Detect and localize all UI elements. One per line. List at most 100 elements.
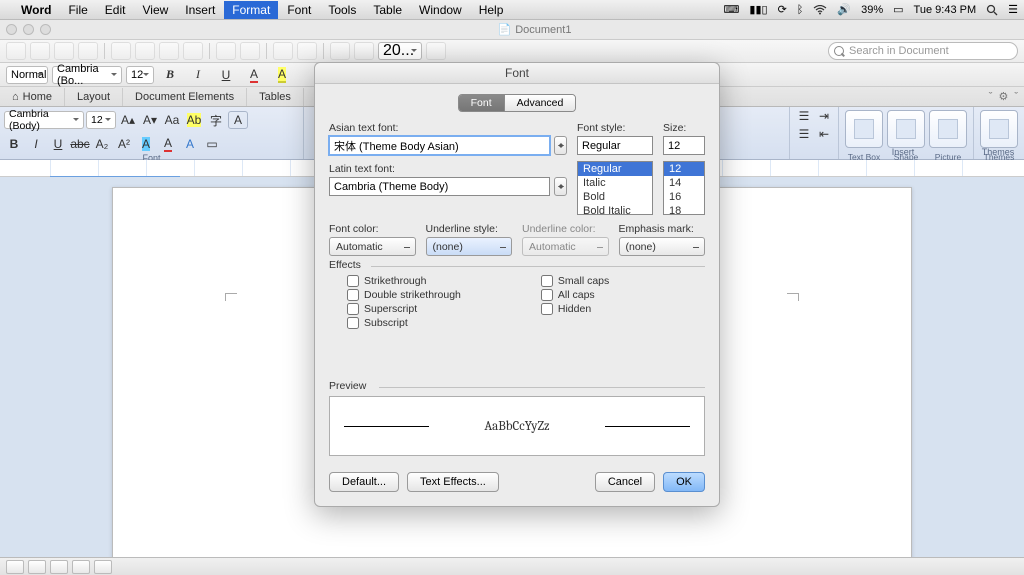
- asian-font-input[interactable]: [329, 136, 550, 155]
- view-outline-button[interactable]: [50, 560, 68, 574]
- change-case-button[interactable]: Aa: [162, 111, 182, 129]
- phonetic-button[interactable]: 字: [206, 111, 226, 129]
- font-tab[interactable]: Font: [459, 95, 505, 111]
- ribbon-settings-icon[interactable]: ⚙: [998, 90, 1008, 103]
- advanced-tab[interactable]: Advanced: [505, 95, 576, 111]
- ribbon-tables-tab[interactable]: Tables: [247, 88, 304, 106]
- save-button[interactable]: [54, 42, 74, 60]
- app-menu[interactable]: Word: [13, 1, 59, 19]
- show-button[interactable]: [330, 42, 350, 60]
- list-item[interactable]: Regular: [578, 162, 652, 176]
- menu-help[interactable]: Help: [471, 1, 512, 19]
- new-button[interactable]: [6, 42, 26, 60]
- latin-font-input[interactable]: [329, 177, 550, 196]
- all-caps-checkbox[interactable]: All caps: [541, 289, 609, 301]
- ribbon-collapse-icon[interactable]: ˇ: [989, 91, 993, 103]
- font-color-select[interactable]: Automatic: [329, 237, 416, 256]
- size-list[interactable]: 12 14 16 18 20: [663, 161, 705, 215]
- menu-view[interactable]: View: [134, 1, 176, 19]
- strikethrough-checkbox[interactable]: Strikethrough: [347, 275, 461, 287]
- paste-button[interactable]: [159, 42, 179, 60]
- text-effects-button[interactable]: Text Effects...: [407, 472, 499, 492]
- menu-insert[interactable]: Insert: [177, 1, 223, 19]
- font-color-button[interactable]: A: [242, 65, 266, 85]
- border-button[interactable]: ▭: [202, 135, 222, 153]
- battery-outline-icon[interactable]: ▭: [893, 3, 903, 16]
- search-input[interactable]: Search in Document: [828, 42, 1018, 60]
- font-size-select[interactable]: 12: [126, 66, 154, 84]
- menu-format[interactable]: Format: [224, 1, 278, 19]
- ribbon-docelem-tab[interactable]: Document Elements: [123, 88, 247, 106]
- small-caps-checkbox[interactable]: Small caps: [541, 275, 609, 287]
- tables-button[interactable]: [273, 42, 293, 60]
- open-button[interactable]: [30, 42, 50, 60]
- menu-edit[interactable]: Edit: [97, 1, 134, 19]
- volume-icon[interactable]: 🔊: [837, 3, 851, 16]
- default-button[interactable]: Default...: [329, 472, 399, 492]
- print-button[interactable]: [78, 42, 98, 60]
- font-dialog-button[interactable]: A: [228, 111, 248, 129]
- list-item[interactable]: 16: [664, 190, 704, 204]
- emphasis-select[interactable]: (none): [619, 237, 706, 256]
- clock[interactable]: Tue 9:43 PM: [914, 4, 977, 16]
- underline-button2[interactable]: U: [48, 135, 68, 153]
- columns-button[interactable]: [297, 42, 317, 60]
- shrink-font-button[interactable]: A▾: [140, 111, 160, 129]
- bold-button2[interactable]: B: [4, 135, 24, 153]
- view-web-button[interactable]: [28, 560, 46, 574]
- keyboard-icon[interactable]: ⌨: [724, 3, 740, 16]
- notification-icon[interactable]: ☰: [1008, 3, 1018, 16]
- minimize-window-button[interactable]: [23, 24, 34, 35]
- copy-button[interactable]: [135, 42, 155, 60]
- battery-icon[interactable]: ▮▮▯: [749, 3, 767, 16]
- bullets-button[interactable]: ☰: [794, 107, 814, 125]
- clear-format-button[interactable]: Ab: [184, 111, 204, 129]
- asian-font-stepper[interactable]: [554, 136, 567, 155]
- cut-button[interactable]: [111, 42, 131, 60]
- italic-button[interactable]: I: [186, 65, 210, 85]
- cancel-button[interactable]: Cancel: [595, 472, 655, 492]
- sync-icon[interactable]: ⟳: [778, 3, 787, 16]
- numbering-button[interactable]: ☰: [794, 125, 814, 143]
- list-item[interactable]: Bold: [578, 190, 652, 204]
- ribbon-close-icon[interactable]: ˇ: [1014, 91, 1018, 103]
- list-item[interactable]: Bold Italic: [578, 204, 652, 215]
- zoom-window-button[interactable]: [40, 24, 51, 35]
- underline-style-select[interactable]: (none): [426, 237, 513, 256]
- redo-button[interactable]: [240, 42, 260, 60]
- hidden-checkbox[interactable]: Hidden: [541, 303, 609, 315]
- picture-button[interactable]: [929, 110, 967, 148]
- superscript-checkbox[interactable]: Superscript: [347, 303, 461, 315]
- view-focus-button[interactable]: [94, 560, 112, 574]
- view-draft-button[interactable]: [72, 560, 90, 574]
- italic-button2[interactable]: I: [26, 135, 46, 153]
- font-color-button2[interactable]: A: [158, 135, 178, 153]
- double-strike-checkbox[interactable]: Double strikethrough: [347, 289, 461, 301]
- grow-font-button[interactable]: A▴: [118, 111, 138, 129]
- ribbon-home-tab[interactable]: ⌂Home: [0, 88, 65, 106]
- underline-button[interactable]: U: [214, 65, 238, 85]
- font-select[interactable]: Cambria (Bo...: [52, 66, 122, 84]
- size-input[interactable]: [663, 136, 705, 155]
- shape-button[interactable]: [887, 110, 925, 148]
- ribbon-layout-tab[interactable]: Layout: [65, 88, 123, 106]
- textbox-button[interactable]: [845, 110, 883, 148]
- strike-button[interactable]: abc: [70, 135, 90, 153]
- ribbon-font-select[interactable]: Cambria (Body): [4, 111, 84, 129]
- menu-table[interactable]: Table: [365, 1, 410, 19]
- ribbon-size-select[interactable]: 12: [86, 111, 116, 129]
- text-effects-button[interactable]: A: [180, 135, 200, 153]
- menu-font[interactable]: Font: [279, 1, 319, 19]
- subscript-checkbox[interactable]: Subscript: [347, 317, 461, 329]
- outdent-button[interactable]: ⇤: [814, 125, 834, 143]
- sidebar-button[interactable]: [354, 42, 374, 60]
- help-button[interactable]: [426, 42, 446, 60]
- wifi-icon[interactable]: [813, 5, 827, 15]
- apple-menu-icon[interactable]: [6, 8, 12, 12]
- list-item[interactable]: Italic: [578, 176, 652, 190]
- list-item[interactable]: 14: [664, 176, 704, 190]
- font-style-input[interactable]: [577, 136, 653, 155]
- menu-tools[interactable]: Tools: [320, 1, 364, 19]
- zoom-select[interactable]: 20...: [378, 42, 422, 60]
- format-painter-button[interactable]: [183, 42, 203, 60]
